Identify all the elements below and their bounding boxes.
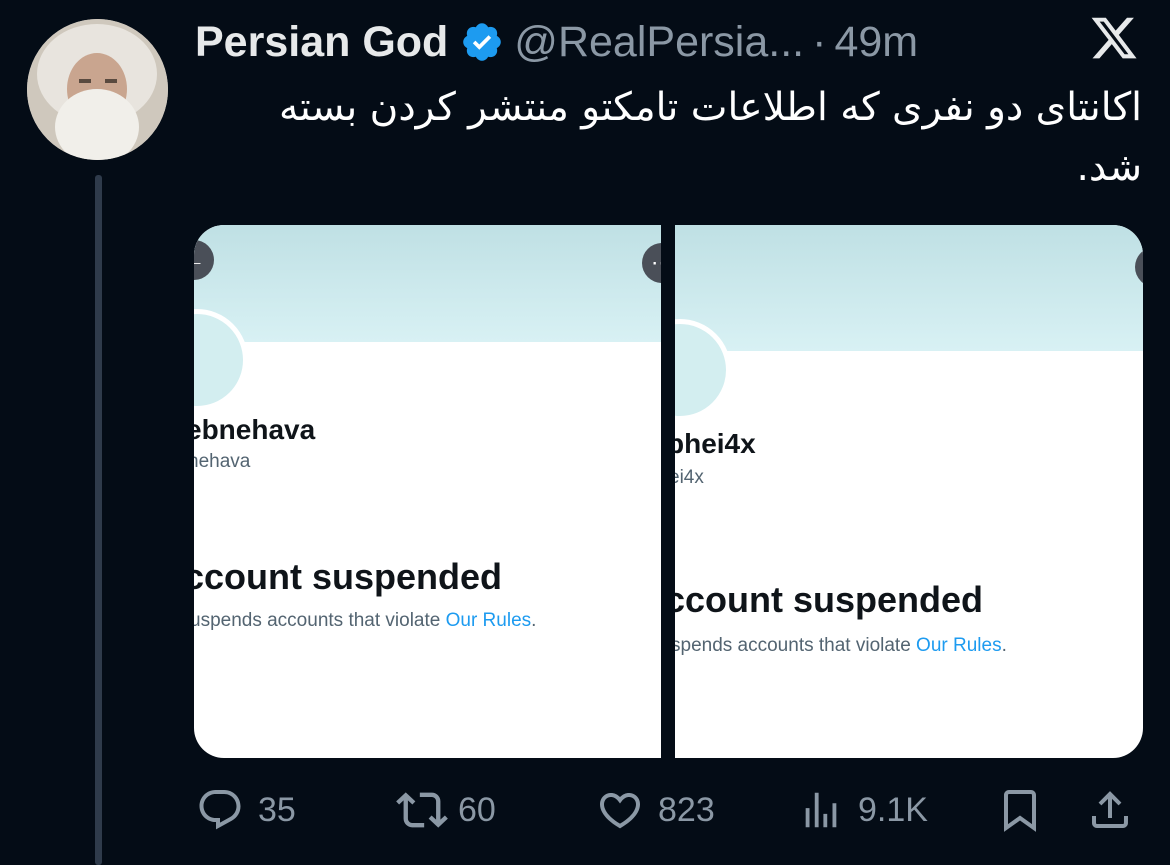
separator-dot: ·: [812, 17, 827, 66]
profile-banner: [675, 225, 1143, 351]
reply-button[interactable]: 35: [196, 782, 296, 838]
author-handle[interactable]: @RealPersia...: [514, 18, 804, 67]
author-display-name[interactable]: Persian God: [195, 18, 448, 67]
reply-icon: [199, 790, 241, 830]
tweet-time[interactable]: 49m: [834, 18, 918, 67]
suspended-user-name: ebnehava: [194, 414, 316, 445]
suspended-description: spends accounts that violate Our Rules.: [675, 635, 1007, 657]
like-button[interactable]: 823: [596, 782, 715, 838]
suspended-description: uspends accounts that violate Our Rules.: [194, 610, 536, 632]
x-logo-icon[interactable]: [1089, 13, 1139, 63]
suspended-user-name: phei4x: [675, 428, 756, 459]
tweet-action-bar: 35 60 823 9.1K: [0, 782, 1170, 842]
share-button[interactable]: [1086, 782, 1134, 838]
tweet-media[interactable]: ← ⋯ ebnehava nehava ccount suspended usp…: [194, 225, 1143, 758]
profile-banner: [194, 225, 661, 342]
thread-line: [95, 175, 102, 865]
media-screenshot-1[interactable]: ← ⋯ ebnehava nehava ccount suspended usp…: [194, 225, 661, 758]
views-button[interactable]: 9.1K: [798, 782, 928, 838]
our-rules-link: Our Rules: [916, 635, 1002, 656]
bookmark-button[interactable]: [996, 782, 1044, 838]
reply-count: 35: [258, 790, 296, 829]
avatar-image: [27, 19, 168, 160]
bookmark-icon: [1004, 790, 1036, 832]
suspended-title: ccount suspended: [675, 579, 984, 620]
repost-icon: [396, 792, 448, 828]
like-icon: [599, 793, 641, 829]
suspended-user-handle: ei4x: [675, 467, 704, 488]
suspended-title: ccount suspended: [194, 556, 503, 597]
author-avatar[interactable]: [27, 19, 168, 160]
repost-count: 60: [458, 790, 496, 829]
verified-badge-icon[interactable]: [460, 20, 504, 64]
suspended-text-end: .: [1001, 635, 1007, 656]
like-count: 823: [658, 790, 715, 829]
suspended-text: uspends accounts that violate: [194, 610, 446, 631]
repost-button[interactable]: 60: [396, 782, 496, 838]
suspended-text-end: .: [531, 610, 537, 631]
suspended-text: spends accounts that violate: [675, 635, 917, 656]
tweet-header: Persian God @RealPersia... · 49m: [195, 14, 918, 70]
media-screenshot-2[interactable]: ⋯ phei4x ei4x ccount suspended spends ac…: [675, 225, 1143, 758]
our-rules-link: Our Rules: [445, 610, 532, 631]
views-icon: [805, 792, 837, 828]
share-icon: [1092, 791, 1128, 828]
views-count: 9.1K: [858, 790, 928, 829]
tweet-text: اکانتای دو نفری که اطلاعات تامکتو منتشر …: [278, 85, 1142, 190]
suspended-user-handle: nehava: [194, 451, 251, 472]
